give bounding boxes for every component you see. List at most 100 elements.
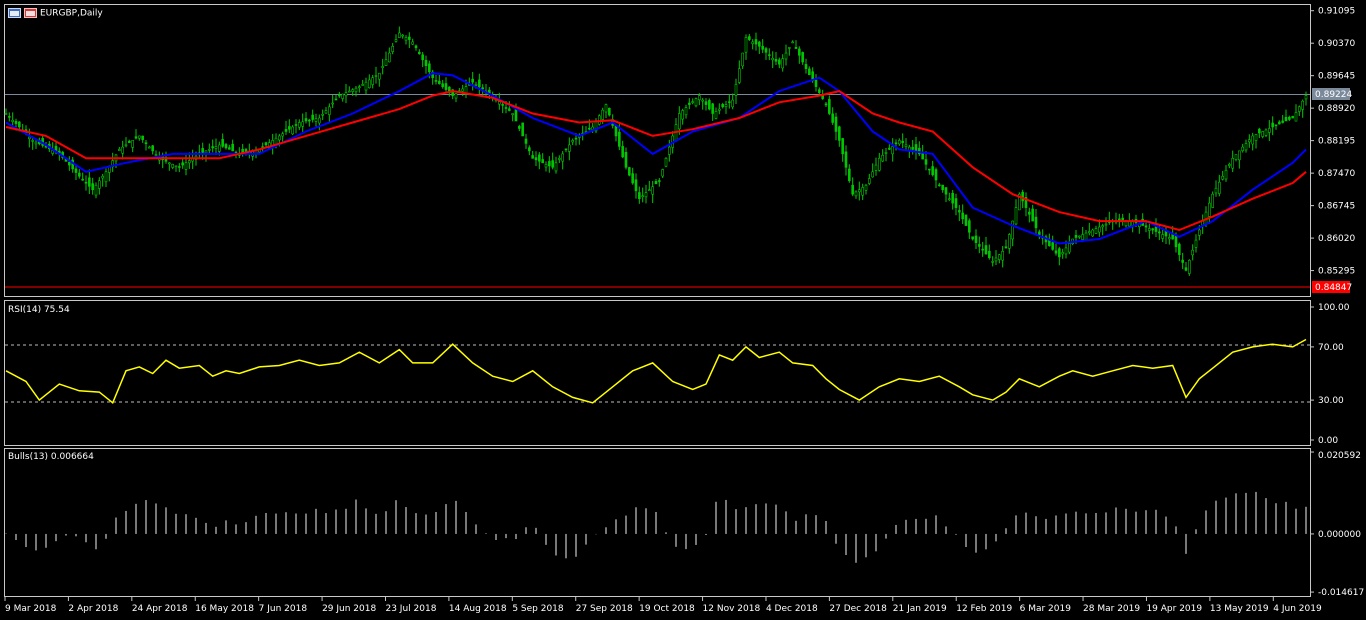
candle-body <box>104 171 108 183</box>
candle-body <box>1221 175 1224 180</box>
candle-body <box>634 179 638 192</box>
candle-body <box>1031 208 1034 222</box>
candle-body <box>541 159 544 164</box>
candle-body <box>401 34 404 37</box>
candle-body <box>938 184 941 187</box>
rsi-tick-label: 70.00 <box>1318 343 1344 353</box>
candle-body <box>398 32 401 38</box>
candle-body <box>801 52 804 63</box>
candle-body <box>624 151 628 168</box>
candle-body <box>211 146 214 149</box>
candle-body <box>1151 228 1154 231</box>
candle-body <box>1061 252 1064 255</box>
low-price-label: 0.84847 <box>1315 283 1352 293</box>
candle-body <box>828 99 831 114</box>
candle-body <box>994 257 998 262</box>
candle-body <box>1191 249 1194 256</box>
candle-body <box>698 95 701 101</box>
candle-body <box>504 107 508 109</box>
time-tick-label: 9 Mar 2018 <box>5 604 57 614</box>
rsi-tick-label: 0.00 <box>1318 436 1338 446</box>
candle-body <box>658 180 661 182</box>
candle-body <box>678 113 681 130</box>
candle-body <box>1291 116 1294 119</box>
candle-body <box>1304 95 1308 100</box>
candle-body <box>1208 202 1211 217</box>
candle-body <box>1068 243 1071 253</box>
candle-body <box>408 36 411 40</box>
candle-body <box>954 198 958 208</box>
candle-body <box>381 66 384 68</box>
candle-body <box>1224 169 1228 180</box>
candle-body <box>1178 243 1181 255</box>
candle-body <box>1271 122 1274 128</box>
candle-body <box>324 110 328 114</box>
candle-body <box>781 58 784 69</box>
candle-body <box>664 158 668 167</box>
candle-body <box>638 192 641 199</box>
candle-body <box>1254 134 1258 141</box>
candle-body <box>574 137 578 140</box>
candle-body <box>348 90 351 93</box>
candle-body <box>884 152 888 154</box>
candle-body <box>364 81 368 91</box>
candle-body <box>384 59 388 67</box>
candle-body <box>804 64 808 70</box>
candle-body <box>328 106 331 115</box>
candle-body <box>508 108 511 111</box>
time-tick-label: 21 Jan 2019 <box>893 604 947 614</box>
price-tick-label: 0.88195 <box>1318 137 1355 147</box>
candle-body <box>1174 235 1178 248</box>
candle-body <box>1211 193 1214 208</box>
time-tick-label: 2 Apr 2018 <box>68 604 118 614</box>
candle-body <box>744 37 748 53</box>
candle-body <box>844 151 848 168</box>
candle-body <box>1101 225 1104 228</box>
candle-body <box>128 140 131 143</box>
time-tick-label: 27 Sep 2018 <box>576 604 633 614</box>
candle-body <box>11 119 14 122</box>
candle-body <box>1168 237 1171 240</box>
candle-body <box>28 136 31 140</box>
candle-body <box>318 117 321 124</box>
time-tick-label: 16 May 2018 <box>195 604 254 614</box>
rsi-tick-label: 30.00 <box>1318 396 1344 406</box>
candle-body <box>91 183 94 191</box>
candle-body <box>428 63 431 73</box>
candle-body <box>931 166 934 176</box>
time-tick-label: 12 Nov 2018 <box>703 604 761 614</box>
candle-body <box>998 254 1001 260</box>
candle-body <box>898 140 901 145</box>
candle-body <box>471 78 474 83</box>
candle-body <box>421 54 424 61</box>
candle-body <box>1261 131 1264 137</box>
candle-body <box>1144 225 1148 228</box>
window-icon <box>8 8 21 18</box>
time-tick-label: 24 Apr 2018 <box>132 604 188 614</box>
candle-body <box>761 45 764 50</box>
candle-body <box>294 124 298 126</box>
candle-body <box>391 46 394 52</box>
candle-body <box>1094 228 1098 234</box>
candle-body <box>784 52 788 60</box>
candle-body <box>921 153 924 160</box>
candle-body <box>444 83 448 90</box>
candle-body <box>558 158 561 160</box>
candle-body <box>1084 232 1088 241</box>
candle-body <box>1004 246 1008 249</box>
candle-body <box>818 89 821 93</box>
candle-body <box>461 88 464 92</box>
candle-body <box>1014 207 1018 225</box>
candle-body <box>831 113 834 123</box>
candle-body <box>314 118 318 122</box>
price-tick-label: 0.91095 <box>1318 7 1355 17</box>
candle-body <box>1038 231 1041 235</box>
candle-body <box>281 133 284 137</box>
candle-body <box>764 48 768 53</box>
candle-body <box>644 192 648 198</box>
candle-body <box>958 210 961 213</box>
candle-body <box>538 154 541 162</box>
flag-icon <box>24 8 37 18</box>
candle-body <box>404 37 408 41</box>
candle-body <box>554 162 558 172</box>
